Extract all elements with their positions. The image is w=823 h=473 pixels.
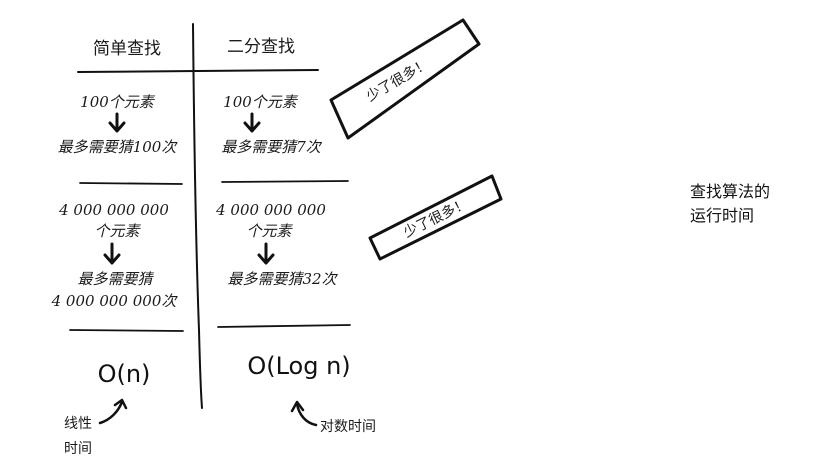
curved-arrow-icon <box>98 398 128 425</box>
simple-search-header: 简单查找 <box>93 39 161 59</box>
down-arrow-icon <box>103 242 121 265</box>
callout-tag: 少了很多！ <box>368 174 503 261</box>
binary-row2-count-unit: 个元素 <box>246 222 293 240</box>
row-divider-left-1 <box>79 182 183 185</box>
binary-row1-guess: 最多需要猜7次 <box>221 138 323 156</box>
binary-row2-guess: 最多需要猜32次 <box>227 270 338 288</box>
down-arrow-icon <box>108 112 126 133</box>
simple-row1-count: 100个元素 <box>80 93 156 111</box>
comparison-diagram: 简单查找 二分查找 100个元素 最多需要猜100次 100个元素 最多需要猜7… <box>51 18 503 457</box>
binary-search-header: 二分查找 <box>227 37 295 57</box>
header-divider <box>77 69 319 73</box>
simple-row1-guess: 最多需要猜100次 <box>58 138 179 156</box>
caption-line1: 查找算法的 <box>690 182 771 201</box>
caption-line2: 运行时间 <box>690 206 755 225</box>
curved-arrow-icon <box>290 400 318 427</box>
simple-big-o: O(n) <box>98 360 151 388</box>
binary-big-o: O(Log n) <box>247 352 350 380</box>
row-divider-right-1 <box>221 180 349 183</box>
simple-row2-count-unit: 个元素 <box>94 222 141 240</box>
binary-row2-count-number: 4 000 000 000 <box>215 201 326 219</box>
linear-time-note-line1: 线性 <box>64 416 92 432</box>
row-divider-left-2 <box>69 329 184 332</box>
callout-tag: 少了很多！ <box>329 18 481 140</box>
linear-time-note-line2: 时间 <box>64 441 92 457</box>
simple-row2-count-number: 4 000 000 000 <box>58 201 169 219</box>
row-divider-right-2 <box>217 324 351 328</box>
log-time-note: 对数时间 <box>320 419 376 435</box>
simple-row2-guess-line1: 最多需要猜 <box>77 270 154 288</box>
binary-row1-count: 100个元素 <box>223 93 299 111</box>
figure-caption: 查找算法的 运行时间 <box>690 180 770 228</box>
down-arrow-icon <box>243 112 261 133</box>
down-arrow-icon <box>257 242 275 265</box>
simple-row2-guess-line2: 4 000 000 000次 <box>51 292 179 310</box>
column-divider <box>192 23 203 409</box>
